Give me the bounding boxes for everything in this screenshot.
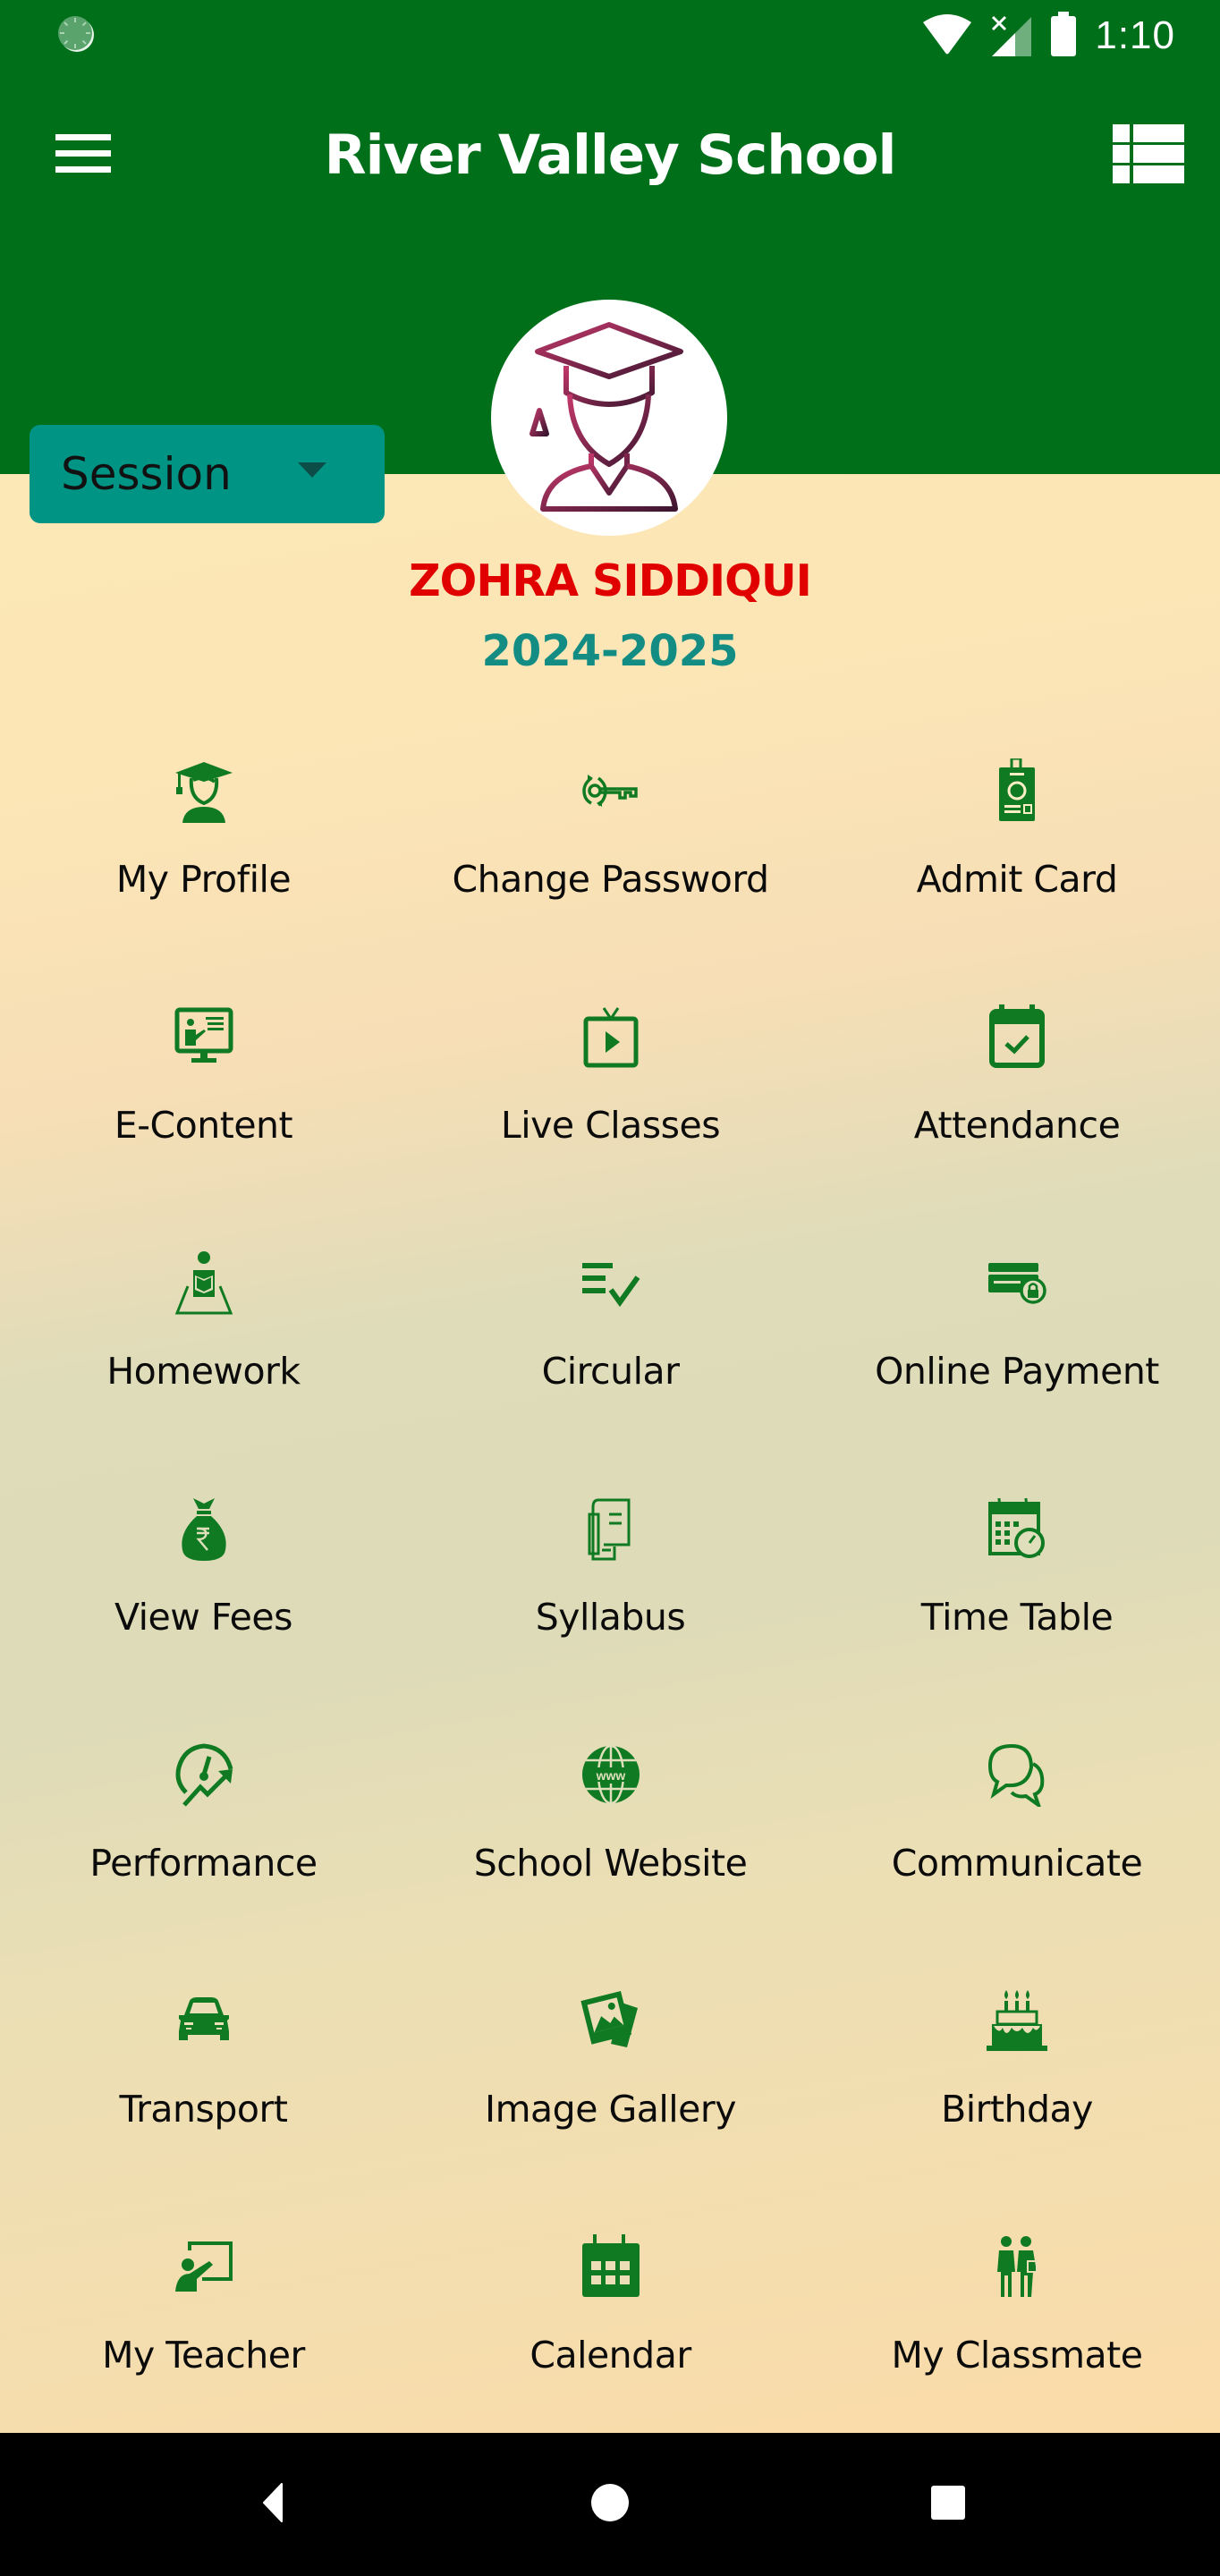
- session-year: 2024-2025: [481, 626, 739, 676]
- list-view-icon: [1113, 123, 1184, 188]
- menu-item-change-password[interactable]: Change Password: [407, 733, 814, 979]
- home-button[interactable]: [574, 2469, 646, 2540]
- status-time: 1:10: [1095, 13, 1175, 57]
- speedometer-growth-icon: [172, 1742, 236, 1807]
- menu-item-my-teacher[interactable]: My Teacher: [0, 2209, 407, 2455]
- menu-item-view-fees[interactable]: View Fees: [0, 1471, 407, 1717]
- menu-item-performance[interactable]: Performance: [0, 1717, 407, 1963]
- menu-item-time-table[interactable]: Time Table: [814, 1471, 1220, 1717]
- menu-item-label: Communicate: [891, 1842, 1143, 1885]
- chevron-down-icon: [298, 462, 326, 478]
- scroll-book-icon: [579, 1496, 643, 1561]
- menu-item-my-classmate[interactable]: My Classmate: [814, 2209, 1220, 2455]
- menu-item-label: My Teacher: [102, 2334, 305, 2377]
- menu-item-syllabus[interactable]: Syllabus: [407, 1471, 814, 1717]
- menu-item-label: Live Classes: [500, 1104, 721, 1147]
- menu-item-transport[interactable]: Transport: [0, 1963, 407, 2209]
- teacher-board-icon: [172, 2234, 236, 2299]
- app-title: River Valley School: [324, 123, 897, 187]
- no-signal-icon: [991, 12, 1032, 61]
- list-view-button[interactable]: [1106, 118, 1191, 193]
- recents-icon: [930, 2485, 966, 2525]
- menu-item-online-payment[interactable]: Online Payment: [814, 1225, 1220, 1471]
- credit-card-lock-icon: [985, 1250, 1049, 1315]
- avatar[interactable]: [491, 300, 727, 536]
- rupee-bag-icon: [172, 1496, 236, 1561]
- menu-item-label: Calendar: [530, 2334, 691, 2377]
- student-reading-icon: [172, 1250, 236, 1315]
- calendar-check-icon: [985, 1004, 1049, 1069]
- recents-button[interactable]: [912, 2469, 984, 2540]
- menu-item-e-content[interactable]: E-Content: [0, 979, 407, 1225]
- car-icon: [172, 1988, 236, 2053]
- menu-item-image-gallery[interactable]: Image Gallery: [407, 1963, 814, 2209]
- menu-item-label: Admit Card: [916, 858, 1118, 901]
- globe-www-icon: www: [579, 1742, 643, 1807]
- menu-item-school-website[interactable]: www School Website: [407, 1717, 814, 1963]
- menu-item-label: Change Password: [452, 858, 769, 901]
- menu-item-label: Syllabus: [535, 1596, 686, 1639]
- key-refresh-icon: [579, 758, 643, 823]
- graduate-student-icon: [520, 318, 699, 519]
- graduate-profile-icon: [172, 758, 236, 823]
- menu-item-label: Image Gallery: [485, 2088, 736, 2131]
- menu-item-live-classes[interactable]: Live Classes: [407, 979, 814, 1225]
- chat-bubbles-icon: [985, 1742, 1049, 1807]
- app-notification-icon: [56, 14, 96, 54]
- list-check-icon: [579, 1250, 643, 1315]
- menu-item-attendance[interactable]: Attendance: [814, 979, 1220, 1225]
- tv-play-icon: [579, 1004, 643, 1069]
- menu-item-label: School Website: [473, 1842, 748, 1885]
- menu-grid: My Profile Change Password Admit Card E-…: [0, 733, 1220, 2455]
- menu-item-admit-card[interactable]: Admit Card: [814, 733, 1220, 979]
- monitor-teacher-icon: [172, 1004, 236, 1069]
- id-card-icon: [985, 758, 1049, 823]
- photo-stack-icon: [579, 1988, 643, 2053]
- menu-item-label: E-Content: [114, 1104, 293, 1147]
- status-bar: 1:10: [0, 0, 1220, 72]
- menu-item-label: Circular: [541, 1350, 680, 1393]
- menu-item-circular[interactable]: Circular: [407, 1225, 814, 1471]
- navigation-bar: [0, 2433, 1220, 2576]
- menu-item-label: Time Table: [920, 1596, 1114, 1639]
- battery-icon: [1050, 11, 1077, 62]
- menu-item-label: Performance: [89, 1842, 318, 1885]
- menu-item-calendar[interactable]: Calendar: [407, 2209, 814, 2455]
- menu-item-label: My Profile: [115, 858, 292, 901]
- toolbar: River Valley School: [0, 98, 1220, 215]
- menu-item-label: My Classmate: [891, 2334, 1143, 2377]
- menu-item-label: Transport: [119, 2088, 288, 2131]
- menu-item-communicate[interactable]: Communicate: [814, 1717, 1220, 1963]
- two-people-icon: [985, 2234, 1049, 2299]
- menu-item-birthday[interactable]: Birthday: [814, 1963, 1220, 2209]
- session-label: Session: [61, 448, 232, 500]
- session-dropdown[interactable]: Session: [30, 425, 385, 523]
- menu-item-label: Online Payment: [875, 1350, 1159, 1393]
- calendar-clock-icon: [985, 1496, 1049, 1561]
- menu-item-my-profile[interactable]: My Profile: [0, 733, 407, 979]
- status-icons: 1:10: [921, 11, 1175, 62]
- birthday-cake-icon: [985, 1988, 1049, 2053]
- menu-item-label: Attendance: [913, 1104, 1121, 1147]
- calendar-icon: [579, 2234, 643, 2299]
- wifi-icon: [921, 12, 973, 61]
- svg-text:www: www: [595, 1768, 625, 1783]
- back-icon: [262, 2482, 284, 2527]
- menu-item-label: Homework: [106, 1350, 301, 1393]
- student-name: ZOHRA SIDDIQUI: [409, 555, 812, 606]
- menu-item-label: View Fees: [114, 1596, 292, 1639]
- home-icon: [590, 2483, 630, 2527]
- back-button[interactable]: [237, 2469, 309, 2540]
- menu-item-homework[interactable]: Homework: [0, 1225, 407, 1471]
- menu-item-label: Birthday: [941, 2088, 1093, 2131]
